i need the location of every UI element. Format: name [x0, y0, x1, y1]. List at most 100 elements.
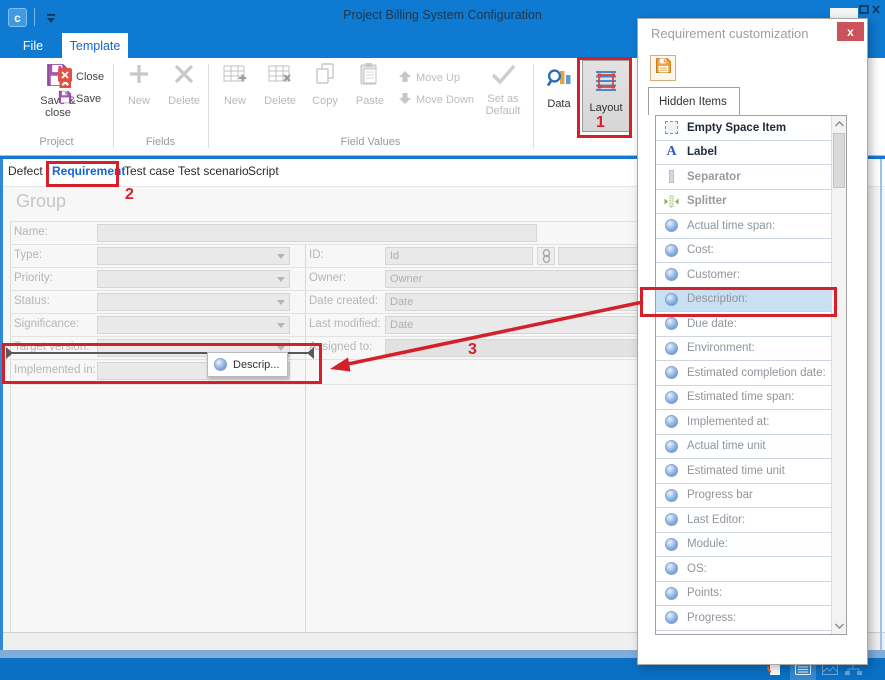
checkmark-icon [489, 62, 517, 90]
group-caption-project: Project [0, 136, 113, 148]
list-item[interactable]: Empty Space Item [656, 116, 831, 141]
list-item[interactable]: Cost: [656, 239, 831, 264]
list-item[interactable]: ALabel [656, 141, 831, 166]
field-sphere-icon [663, 268, 680, 281]
background-window-fragment [830, 8, 858, 18]
window-right-border [880, 159, 882, 650]
move-down-button[interactable]: Move Down [398, 92, 474, 108]
chevron-down-icon [273, 272, 288, 286]
save-layout-icon [655, 57, 672, 79]
plus-icon [127, 62, 151, 92]
annotation-number-2: 2 [125, 186, 134, 204]
field-sphere-icon [663, 538, 680, 551]
priority-dropdown[interactable] [97, 270, 290, 288]
last-modified-field[interactable]: Date [385, 316, 640, 334]
link-icon[interactable] [537, 247, 555, 265]
tab-file[interactable]: File [10, 33, 56, 58]
id-field[interactable]: Id [385, 247, 533, 265]
assigned-to-field[interactable] [385, 339, 640, 357]
list-item[interactable]: Progress: [656, 606, 831, 631]
field-sphere-icon [663, 562, 680, 575]
list-item[interactable]: Splitter [656, 190, 831, 215]
field-sphere-icon [663, 464, 680, 477]
scrollbar-thumb[interactable] [833, 133, 845, 188]
close-red-icon [58, 68, 72, 85]
scroll-down-icon[interactable] [832, 618, 846, 634]
chevron-down-icon [273, 295, 288, 309]
field-sphere-icon [663, 219, 680, 232]
name-field[interactable] [97, 224, 537, 242]
field-sphere-icon [663, 415, 680, 428]
save-icon [58, 90, 72, 107]
owner-label: Owner: [309, 272, 346, 284]
list-item[interactable]: Module: [656, 533, 831, 558]
list-item[interactable]: Last Editor: [656, 508, 831, 533]
data-view-button[interactable]: Data [538, 60, 580, 132]
data-icon [546, 66, 572, 95]
label-icon: A [663, 144, 680, 160]
app-window: c Project Billing System Configuration F… [0, 0, 885, 680]
copy-button[interactable]: Copy [304, 62, 346, 107]
field-sphere-icon [663, 317, 680, 330]
save-button[interactable]: Save [58, 90, 101, 107]
tab-template[interactable]: Template [62, 33, 128, 58]
close-label: Close [76, 71, 104, 83]
x-icon [172, 62, 196, 92]
list-item[interactable]: Customer: [656, 263, 831, 288]
list-scrollbar[interactable] [831, 116, 846, 634]
tab-hidden-items[interactable]: Hidden Items [648, 87, 740, 115]
row-line [10, 384, 640, 385]
list-item[interactable]: Implemented at: [656, 410, 831, 435]
table-x-icon [267, 62, 293, 92]
new-value-button[interactable]: New [214, 62, 256, 107]
significance-dropdown[interactable] [97, 316, 290, 334]
tab-defect[interactable]: Defect [8, 164, 43, 178]
row-line [10, 221, 640, 222]
move-down-label: Move Down [416, 94, 474, 106]
owner-field[interactable]: Owner [385, 270, 640, 288]
field-sphere-icon [663, 611, 680, 624]
list-item[interactable]: Points: [656, 582, 831, 607]
list-item[interactable]: Actual time unit [656, 435, 831, 460]
row-line [10, 244, 640, 245]
paste-button[interactable]: Paste [348, 62, 392, 107]
id-extra-field[interactable] [558, 247, 640, 265]
separator-icon [663, 170, 680, 183]
save-label: Save [76, 93, 101, 105]
hidden-items-list: Empty Space Item ALabel Separator Splitt… [655, 115, 847, 635]
list-item[interactable]: Progress bar [656, 484, 831, 509]
form-border [10, 221, 11, 633]
status-dropdown[interactable] [97, 293, 290, 311]
row-line [10, 336, 640, 337]
list-item[interactable]: OS: [656, 557, 831, 582]
id-label: ID: [309, 249, 324, 261]
new-field-label: New [128, 95, 150, 108]
date-created-field[interactable]: Date [385, 293, 640, 311]
list-item[interactable]: Estimated time unit [656, 459, 831, 484]
tab-test-scenario[interactable]: Test scenario [178, 164, 249, 178]
panel-save-button[interactable] [650, 55, 676, 81]
tab-script[interactable]: Script [248, 164, 279, 178]
close-button[interactable]: Close [58, 68, 104, 85]
annotation-number-3: 3 [468, 341, 477, 359]
date-created-label: Date created: [309, 295, 378, 307]
set-as-default-button[interactable]: Set as Default [478, 62, 528, 118]
group-title: Group [16, 191, 66, 212]
field-sphere-icon [663, 489, 680, 502]
list-item[interactable]: Environment: [656, 337, 831, 362]
list-item[interactable]: Estimated time span: [656, 386, 831, 411]
move-down-icon [398, 92, 412, 108]
list-item[interactable]: Estimated completion date: [656, 361, 831, 386]
tab-test-case[interactable]: Test case [124, 164, 175, 178]
chevron-down-icon [273, 249, 288, 263]
delete-value-button[interactable]: Delete [258, 62, 302, 107]
type-dropdown[interactable] [97, 247, 290, 265]
move-up-button[interactable]: Move Up [398, 70, 460, 86]
scroll-up-icon[interactable] [832, 116, 846, 132]
new-field-button[interactable]: New [118, 62, 160, 107]
list-item[interactable]: Actual time span: [656, 214, 831, 239]
panel-close-button[interactable]: x [837, 22, 864, 41]
delete-field-button[interactable]: Delete [162, 62, 206, 107]
group-caption-field-values: Field Values [208, 136, 533, 148]
list-item[interactable]: Separator [656, 165, 831, 190]
